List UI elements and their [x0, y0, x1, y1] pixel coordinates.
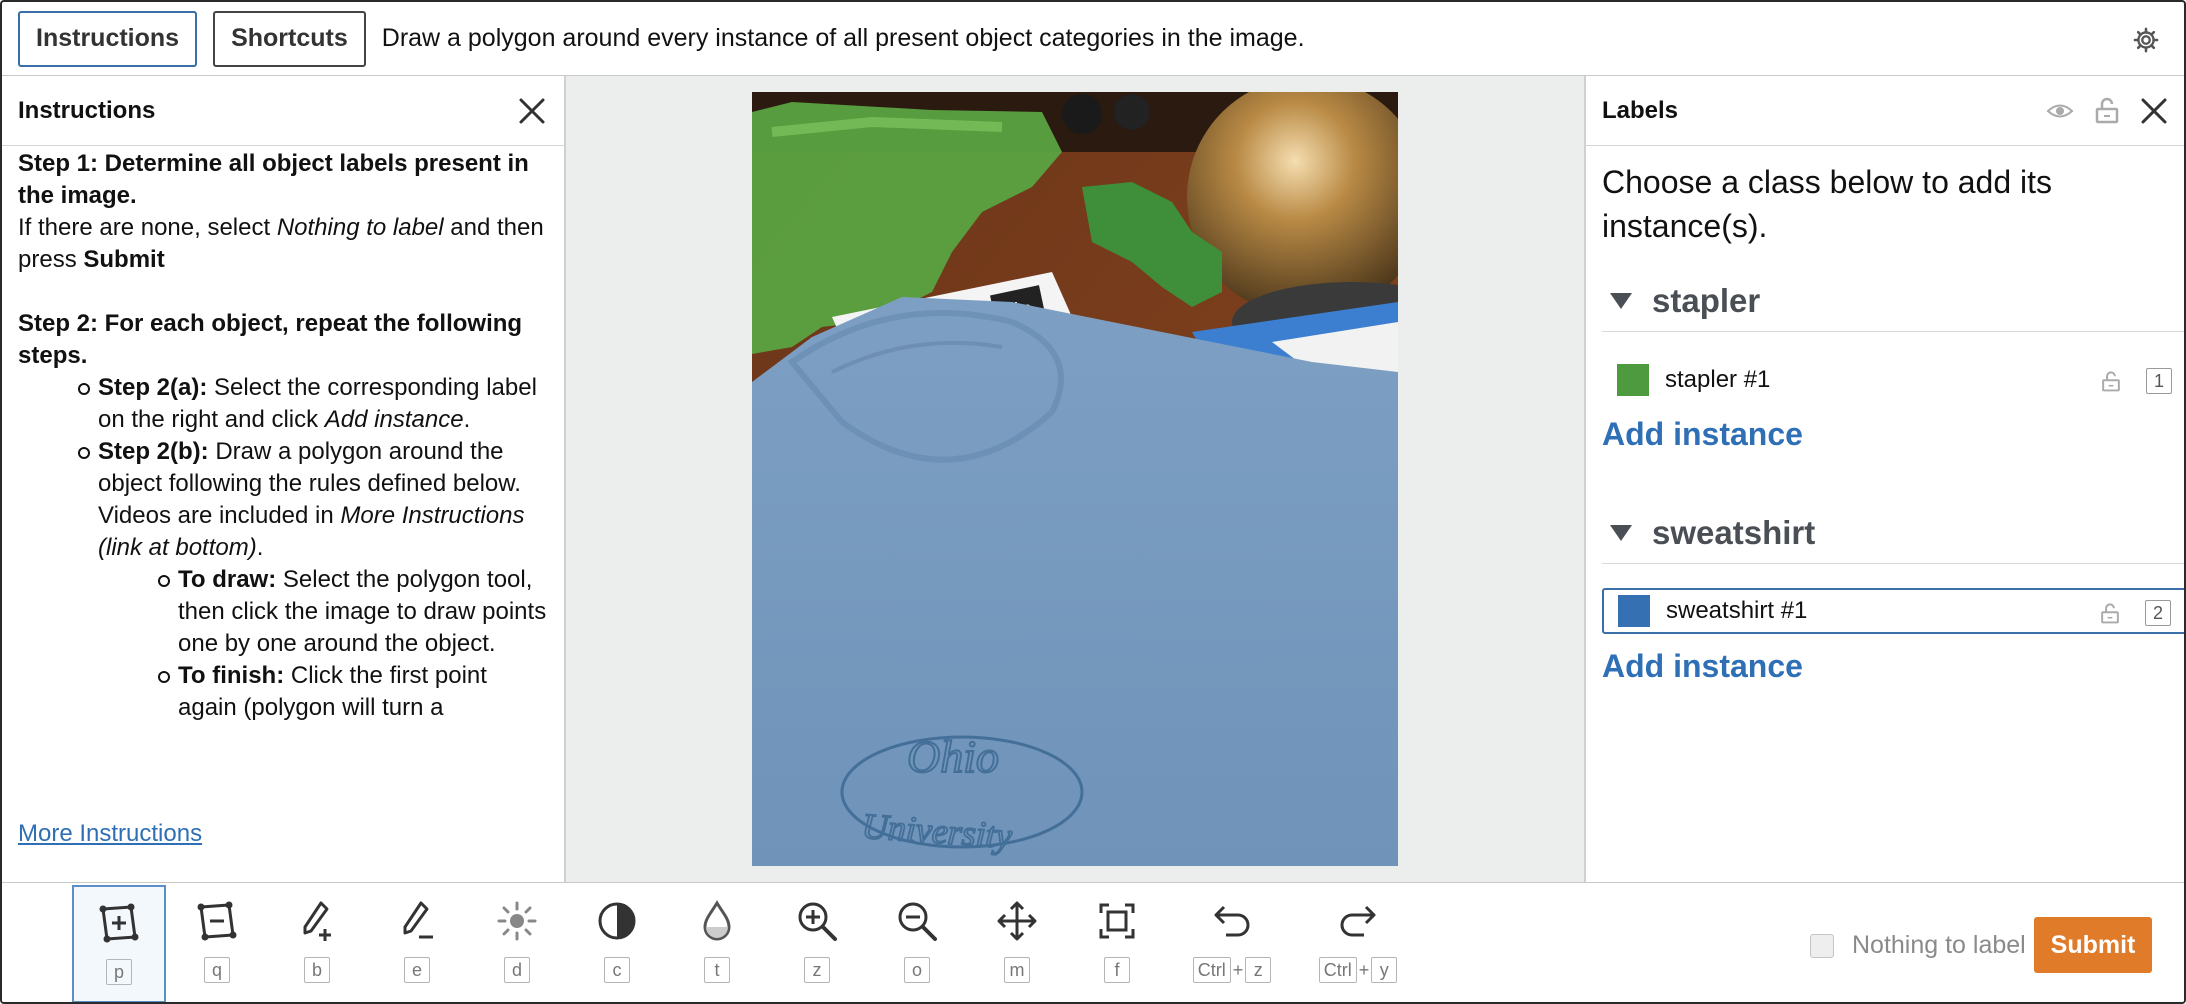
- triangle-down-icon: [1610, 525, 1632, 541]
- nothing-to-label-checkbox[interactable]: [1810, 933, 1834, 958]
- fit-screen-icon: [1099, 903, 1135, 939]
- instance-shortcut-key: 1: [2146, 368, 2172, 394]
- shortcuts-tab[interactable]: Shortcuts: [213, 10, 366, 67]
- polygon-subtract-tool[interactable]: q: [170, 885, 264, 1002]
- shortcut-key: e: [404, 957, 430, 983]
- top-bar: Instructions Shortcuts Draw a polygon ar…: [2, 2, 2184, 76]
- instance-label: sweatshirt #1: [1666, 597, 1808, 624]
- brightness-tool[interactable]: d: [470, 885, 564, 1002]
- image-canvas[interactable]: hp Ohio University: [566, 76, 1584, 882]
- undo-icon: [1214, 905, 1250, 937]
- shortcut-key: t: [704, 957, 730, 983]
- shortcut-key: m: [1004, 957, 1030, 983]
- zoom-in-icon: [798, 902, 837, 941]
- instructions-header: Instructions: [2, 76, 564, 146]
- transparency-tool[interactable]: t: [670, 885, 764, 1002]
- labels-hint: Choose a class below to add its instance…: [1602, 164, 2053, 244]
- close-icon[interactable]: [516, 95, 548, 127]
- bottom-toolbar: p q b e d c t z o m f Ctrl + z Ctrl + y …: [2, 882, 2184, 1002]
- nothing-to-label-toggle[interactable]: Nothing to label: [1810, 931, 2026, 960]
- shortcut-key: b: [304, 957, 330, 983]
- annotation-app: Instructions Shortcuts Draw a polygon ar…: [0, 0, 2186, 1004]
- shortcut-key: o: [904, 957, 930, 983]
- labels-header: Labels: [1586, 76, 2184, 146]
- step-2b: Step 2(b): Draw a polygon around the obj…: [18, 436, 548, 564]
- to-draw-item: To draw: Select the polygon tool, then c…: [18, 564, 548, 660]
- add-instance-button-sweatshirt[interactable]: Add instance: [1602, 648, 1803, 685]
- color-swatch: [1617, 364, 1649, 396]
- instance-stapler-1[interactable]: stapler #1 1: [1602, 357, 2184, 403]
- labels-panel: Labels Choose a class below to add its i…: [1584, 76, 2184, 882]
- polygon-add-icon: [99, 903, 139, 943]
- instance-sweatshirt-1[interactable]: sweatshirt #1 2: [1602, 588, 2184, 634]
- brush-erase-icon: [403, 901, 433, 939]
- step-1-text: If there are none, select Nothing to lab…: [18, 214, 544, 273]
- polygon-subtract-icon: [197, 901, 237, 941]
- brush-erase-tool[interactable]: e: [370, 885, 464, 1002]
- shortcut-key: p: [106, 959, 132, 985]
- class-header-sweatshirt[interactable]: sweatshirt: [1602, 514, 1815, 552]
- undo-tool[interactable]: Ctrl + z: [1182, 885, 1282, 1002]
- instructions-panel: Instructions Step 1: Determine all objec…: [2, 76, 566, 882]
- close-icon[interactable]: [2138, 95, 2170, 127]
- shortcut-key: d: [504, 957, 530, 983]
- brightness-icon: [497, 901, 537, 941]
- instructions-tab[interactable]: Instructions: [18, 10, 198, 67]
- undo-shortcut: Ctrl + z: [1192, 957, 1272, 983]
- instructions-body: Step 1: Determine all object labels pres…: [2, 146, 564, 724]
- task-description: Draw a polygon around every instance of …: [381, 24, 1305, 52]
- to-finish-item: To finish: Click the first point again (…: [18, 660, 548, 724]
- instance-shortcut-key: 2: [2145, 600, 2171, 626]
- shortcut-key: q: [204, 957, 230, 983]
- unlock-icon[interactable]: [2100, 370, 2122, 392]
- unlock-icon[interactable]: [2094, 96, 2120, 124]
- contrast-icon: [598, 902, 636, 940]
- nothing-to-label-text: Nothing to label: [1852, 931, 2026, 959]
- unlock-icon[interactable]: [2099, 602, 2121, 624]
- zoom-out-tool[interactable]: o: [870, 885, 964, 1002]
- droplet-icon: [703, 900, 731, 941]
- svg-text:Ohio: Ohio: [907, 731, 999, 782]
- submit-button[interactable]: Submit: [2034, 917, 2152, 973]
- more-instructions-link[interactable]: More Instructions: [18, 820, 202, 848]
- step-1-heading: Step 1: Determine all object labels pres…: [18, 150, 529, 209]
- eye-icon[interactable]: [2046, 100, 2074, 122]
- brush-add-tool[interactable]: b: [270, 885, 364, 1002]
- labels-title: Labels: [1602, 96, 1679, 124]
- zoom-in-tool[interactable]: z: [770, 885, 864, 1002]
- add-instance-button-stapler[interactable]: Add instance: [1602, 416, 1803, 453]
- fit-tool[interactable]: f: [1070, 885, 1164, 1002]
- step-2a: Step 2(a): Select the corresponding labe…: [18, 372, 548, 436]
- annotated-photo[interactable]: hp Ohio University: [752, 92, 1398, 866]
- brush-add-icon: [303, 901, 331, 941]
- color-swatch: [1618, 595, 1650, 627]
- step-2-heading: Step 2: For each object, repeat the foll…: [18, 310, 523, 369]
- gear-icon[interactable]: [2132, 26, 2160, 54]
- instructions-title: Instructions: [18, 96, 156, 124]
- shortcut-key: z: [804, 957, 830, 983]
- redo-icon: [1340, 905, 1376, 937]
- redo-shortcut: Ctrl + y: [1318, 957, 1398, 983]
- move-icon: [997, 901, 1037, 941]
- shortcut-key: f: [1104, 957, 1130, 983]
- redo-tool[interactable]: Ctrl + y: [1308, 885, 1408, 1002]
- instance-label: stapler #1: [1665, 366, 1771, 393]
- zoom-out-icon: [898, 902, 937, 941]
- class-header-stapler[interactable]: stapler: [1602, 282, 1760, 320]
- triangle-down-icon: [1610, 293, 1632, 309]
- contrast-tool[interactable]: c: [570, 885, 664, 1002]
- shortcut-key: c: [604, 957, 630, 983]
- move-tool[interactable]: m: [970, 885, 1064, 1002]
- polygon-add-tool[interactable]: p: [72, 885, 166, 1002]
